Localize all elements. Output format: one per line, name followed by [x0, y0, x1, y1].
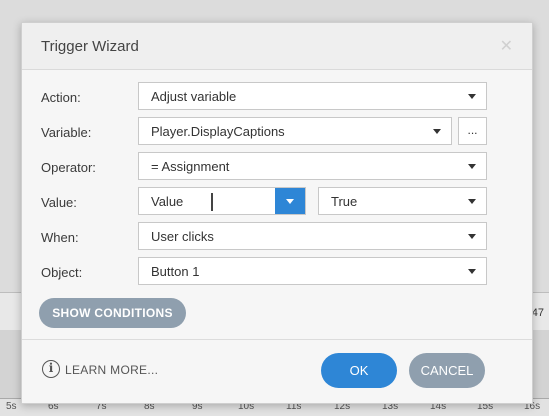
ruler-tick: 5s [6, 401, 17, 412]
when-value: User clicks [151, 229, 214, 244]
show-conditions-button[interactable]: SHOW CONDITIONS [39, 298, 186, 328]
operator-select[interactable]: = Assignment [138, 152, 487, 180]
cancel-button[interactable]: CANCEL [409, 353, 485, 388]
chevron-down-icon [468, 199, 476, 204]
object-label: Object: [41, 265, 83, 280]
action-value: Adjust variable [151, 89, 237, 104]
close-icon[interactable]: ✕ [500, 36, 513, 56]
value-value: True [331, 194, 358, 209]
trigger-wizard-dialog: Trigger Wizard ✕ Action: Adjust variable… [21, 22, 533, 404]
chevron-down-icon [468, 94, 476, 99]
action-label: Action: [41, 90, 81, 105]
variable-select[interactable]: Player.DisplayCaptions [138, 117, 452, 145]
action-select[interactable]: Adjust variable [138, 82, 487, 110]
dialog-title: Trigger Wizard [41, 38, 139, 55]
chevron-down-icon [468, 234, 476, 239]
value-type-value: Value [151, 194, 184, 209]
info-icon[interactable]: i [42, 360, 60, 378]
dialog-header: Trigger Wizard ✕ [22, 23, 532, 70]
chevron-down-icon [433, 129, 441, 134]
when-label: When: [41, 230, 79, 245]
operator-label: Operator: [41, 160, 96, 175]
footer-divider [22, 339, 532, 340]
value-type-select[interactable]: Value [138, 187, 306, 215]
object-select[interactable]: Button 1 [138, 257, 487, 285]
chevron-down-icon [468, 164, 476, 169]
value-type-dropdown-button[interactable] [275, 188, 305, 214]
chevron-down-icon [468, 269, 476, 274]
variable-label: Variable: [41, 125, 92, 140]
chevron-down-icon [286, 199, 294, 204]
value-label: Value: [41, 195, 77, 210]
text-cursor-icon [211, 193, 213, 211]
browse-variables-button[interactable]: ... [458, 117, 487, 145]
operator-value: = Assignment [151, 159, 230, 174]
ok-button[interactable]: OK [321, 353, 397, 388]
when-select[interactable]: User clicks [138, 222, 487, 250]
variable-value: Player.DisplayCaptions [151, 124, 285, 139]
object-value: Button 1 [151, 264, 200, 279]
value-select[interactable]: True [318, 187, 487, 215]
learn-more-link[interactable]: LEARN MORE... [65, 363, 158, 377]
